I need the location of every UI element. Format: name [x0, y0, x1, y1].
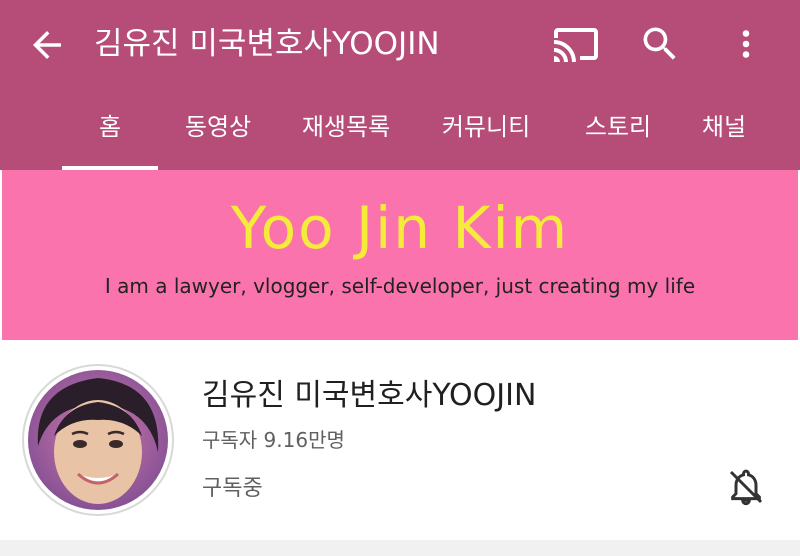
avatar-image — [28, 370, 168, 510]
banner-title: Yoo Jin Kim — [230, 194, 570, 262]
tab-home[interactable]: 홈 — [62, 102, 158, 170]
tab-channels[interactable]: 채널 — [694, 102, 754, 170]
channel-banner: Yoo Jin Kim I am a lawyer, vlogger, self… — [2, 170, 798, 340]
tab-stories[interactable]: 스토리 — [578, 102, 658, 170]
top-toolbar: 김유진 미국변호사YOOJIN — [0, 0, 800, 88]
tab-label: 스토리 — [584, 113, 652, 141]
tab-label: 채널 — [701, 113, 747, 141]
notifications-off-icon[interactable] — [726, 466, 766, 508]
subscriber-count: 구독자 9.16만명 — [202, 428, 345, 452]
more-vert-icon[interactable] — [728, 22, 764, 66]
channel-title: 김유진 미국변호사YOOJIN — [94, 26, 440, 62]
banner-tagline: I am a lawyer, vlogger, self-developer, … — [104, 274, 696, 298]
cast-icon[interactable] — [552, 24, 600, 64]
channel-tabs: 홈 동영상 재생목록 커뮤니티 스토리 채널 — [0, 102, 800, 170]
app-bar: 김유진 미국변호사YOOJIN 홈 동영상 재생목록 커뮤니티 스토리 채널 — [0, 0, 800, 170]
tab-label: 홈 — [98, 113, 122, 141]
subscribed-button[interactable]: 구독중 — [202, 470, 263, 502]
tab-label: 동영상 — [184, 113, 252, 141]
avatar[interactable] — [24, 366, 172, 514]
tab-label: 재생목록 — [301, 113, 391, 141]
tab-videos[interactable]: 동영상 — [176, 102, 260, 170]
back-arrow-icon[interactable] — [26, 24, 68, 66]
tab-community[interactable]: 커뮤니티 — [436, 102, 536, 170]
search-icon[interactable] — [638, 22, 682, 66]
tab-playlists[interactable]: 재생목록 — [296, 102, 396, 170]
tab-label: 커뮤니티 — [441, 113, 531, 141]
channel-name: 김유진 미국변호사YOOJIN — [202, 378, 537, 413]
section-divider — [0, 540, 800, 556]
